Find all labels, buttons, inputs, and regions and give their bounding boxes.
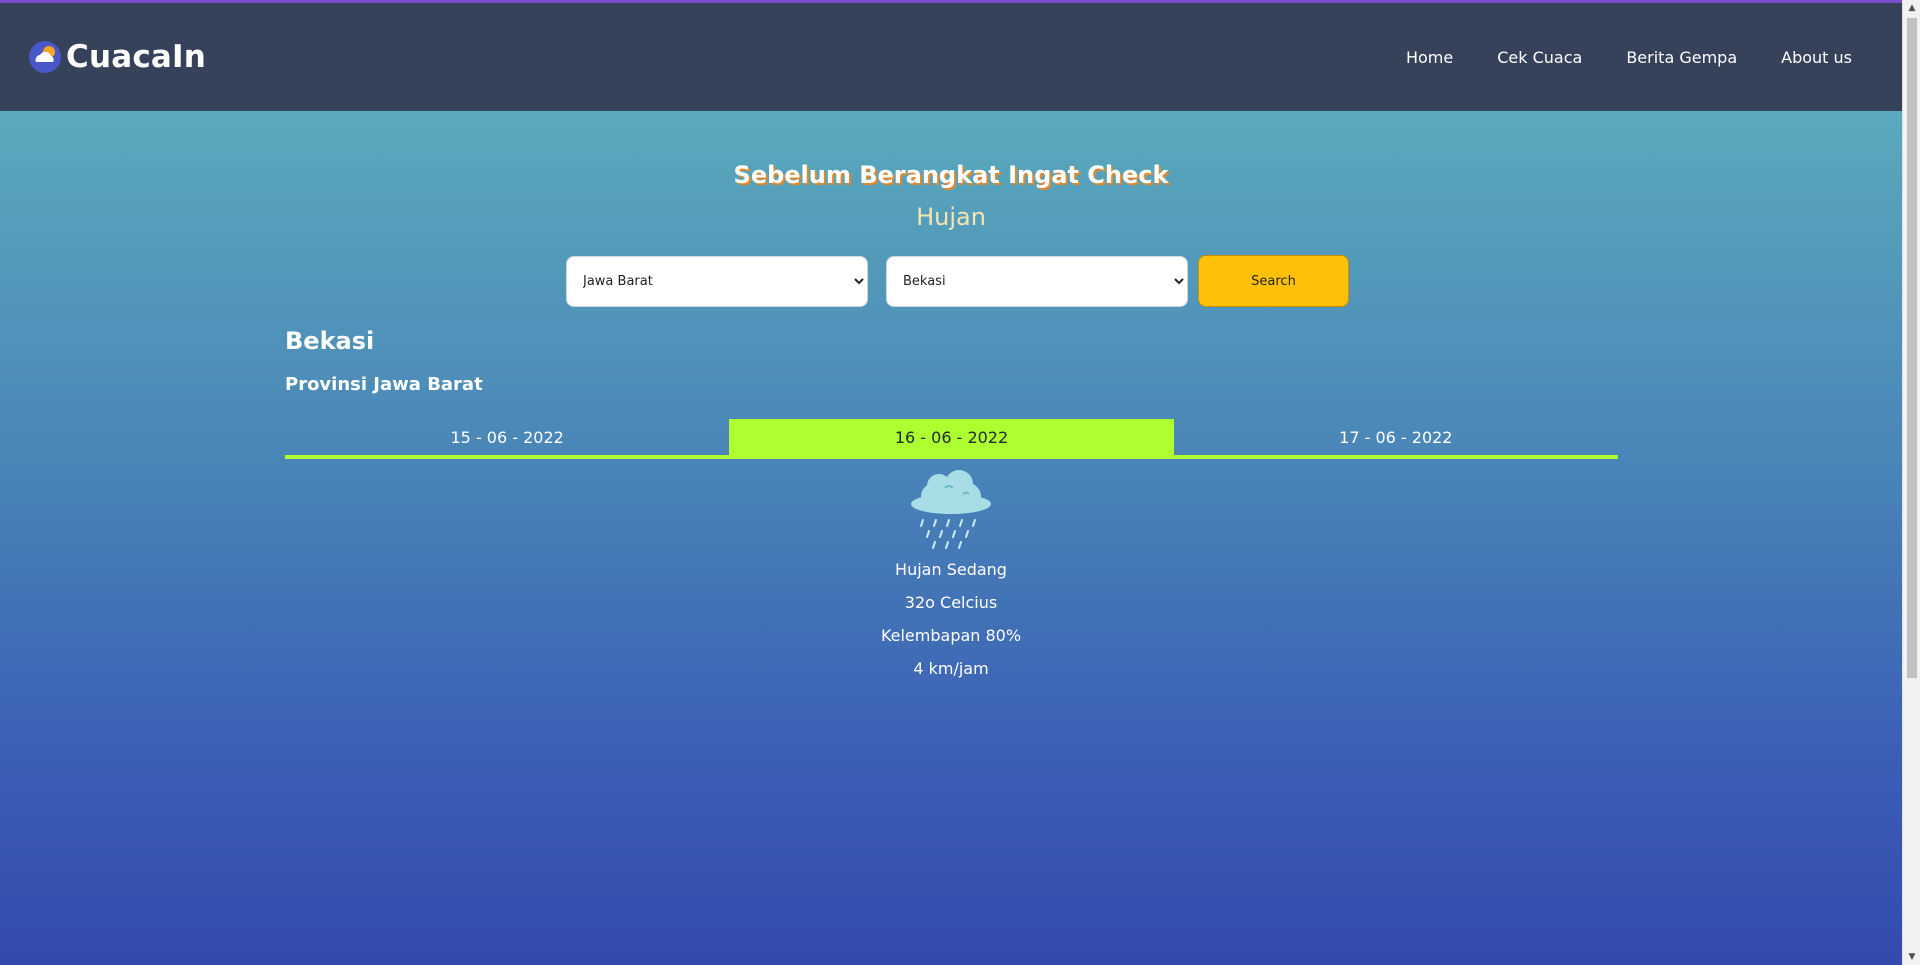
- search-button[interactable]: Search: [1198, 255, 1349, 307]
- navbar: CuacaIn Home Cek Cuaca Berita Gempa Abou…: [0, 3, 1902, 111]
- province-select[interactable]: Jawa Barat: [566, 255, 868, 307]
- nav-about-us[interactable]: About us: [1781, 48, 1852, 67]
- weather-wind: 4 km/jam: [913, 659, 989, 678]
- vertical-scrollbar[interactable]: ▲ ▼: [1902, 0, 1920, 965]
- brand-name: CuacaIn: [66, 39, 207, 75]
- hero-title: Sebelum Berangkat Ingat Check: [733, 161, 1169, 189]
- city-name: Bekasi: [285, 327, 375, 355]
- nav-berita-gempa[interactable]: Berita Gempa: [1626, 48, 1737, 67]
- city-select[interactable]: Bekasi: [886, 255, 1188, 307]
- nav-home[interactable]: Home: [1406, 48, 1453, 67]
- search-form: Jawa Barat Bekasi Search: [566, 255, 1349, 307]
- tab-date-2[interactable]: 16 - 06 - 2022: [729, 419, 1174, 455]
- weather-temperature: 32o Celcius: [904, 593, 998, 612]
- scroll-thumb[interactable]: [1907, 18, 1917, 678]
- rain-cloud-icon: [911, 470, 991, 549]
- scroll-up-arrow-icon[interactable]: ▲: [1903, 0, 1920, 16]
- nav-cek-cuaca[interactable]: Cek Cuaca: [1497, 48, 1582, 67]
- tab-date-3[interactable]: 17 - 06 - 2022: [1174, 419, 1618, 455]
- weather-panel: Hujan Sedang 32o Celcius Kelembapan 80% …: [0, 464, 1902, 678]
- province-name: Provinsi Jawa Barat: [285, 374, 483, 395]
- brand[interactable]: CuacaIn: [28, 39, 206, 75]
- weather-condition: Hujan Sedang: [895, 560, 1007, 579]
- scroll-down-arrow-icon[interactable]: ▼: [1903, 949, 1920, 965]
- nav-links: Home Cek Cuaca Berita Gempa About us: [1406, 48, 1852, 67]
- weather-humidity: Kelembapan 80%: [880, 626, 1022, 645]
- tab-date-1[interactable]: 15 - 06 - 2022: [285, 419, 729, 455]
- date-tabs: 15 - 06 - 2022 16 - 06 - 2022 17 - 06 - …: [285, 419, 1618, 459]
- main-content: Sebelum Berangkat Ingat Check Hujan Jawa…: [0, 111, 1902, 965]
- cloud-sun-icon: [29, 41, 61, 73]
- hero-subtitle: Hujan: [916, 203, 986, 231]
